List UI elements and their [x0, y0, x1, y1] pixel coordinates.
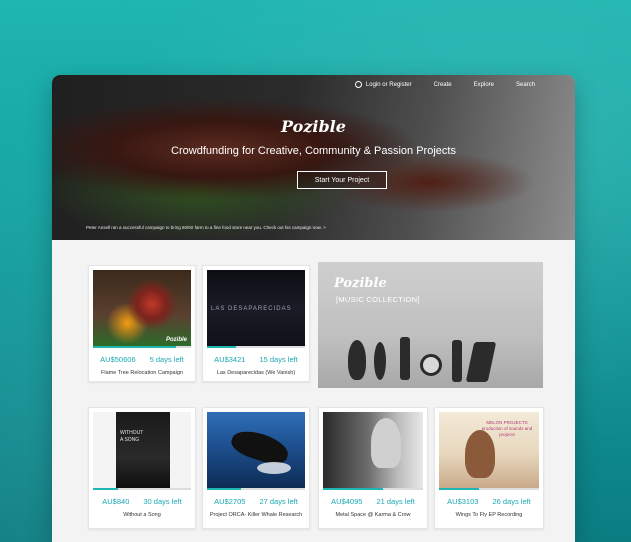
- progress-fill: [439, 488, 479, 490]
- hero-banner: Login or Register Create Explore Search …: [52, 75, 575, 240]
- nav-explore[interactable]: Explore: [474, 82, 494, 88]
- hero-tagline: Crowdfunding for Creative, Community & P…: [171, 145, 456, 157]
- project-thumbnail: [323, 412, 423, 488]
- progress-fill: [323, 488, 383, 490]
- project-thumbnail: LAS DESAPARECIDAS: [207, 270, 305, 346]
- user-icon: [354, 81, 362, 88]
- project-thumbnail: [207, 412, 305, 488]
- guitar-player-figure: [465, 430, 495, 478]
- project-card[interactable]: AU$4095 21 days left Metal Space @ Karma…: [318, 407, 428, 529]
- project-grid: Pozible AU$50606 5 days left Flame Tree …: [52, 240, 575, 542]
- days-left: 30 days left: [143, 497, 182, 506]
- card-stats: AU$3103 26 days left: [435, 497, 543, 506]
- funding-progress-bar: [207, 488, 305, 490]
- pozible-badge: Pozible: [165, 337, 187, 343]
- amount-raised: AU$840: [102, 497, 130, 506]
- funding-progress-bar: [439, 488, 539, 490]
- progress-fill: [207, 488, 242, 490]
- funding-progress-bar: [323, 488, 423, 490]
- card-stats: AU$2705 27 days left: [203, 497, 309, 506]
- violin-icon: [374, 342, 386, 380]
- project-thumbnail: Pozible: [93, 270, 191, 346]
- top-nav: Login or Register Create Explore Search: [354, 81, 535, 88]
- amount-raised: AU$3421: [214, 355, 246, 364]
- nav-login[interactable]: Login or Register: [354, 81, 412, 88]
- progress-fill: [93, 488, 118, 490]
- guitar-icon: [452, 340, 462, 382]
- amount-raised: AU$2705: [214, 497, 246, 506]
- nav-search[interactable]: Search: [516, 82, 535, 88]
- nav-create[interactable]: Create: [434, 82, 452, 88]
- funding-progress-bar: [93, 346, 191, 348]
- guitar-icon: [348, 340, 366, 380]
- project-card[interactable]: AU$2705 27 days left Project ORCA- Kille…: [202, 407, 310, 529]
- thumbnail-text: LAS DESAPARECIDAS: [211, 306, 292, 312]
- funding-progress-bar: [93, 488, 191, 490]
- site-logo[interactable]: Pozible: [52, 117, 575, 136]
- artist-figure: [371, 418, 401, 468]
- days-left: 26 days left: [492, 497, 531, 506]
- project-thumbnail: MELON PROJECTS production of sounds and …: [439, 412, 539, 488]
- days-left: 27 days left: [259, 497, 298, 506]
- nav-login-label: Login or Register: [365, 81, 412, 88]
- hero-caption-link[interactable]: Peter Ansell ran a successful campaign t…: [86, 225, 326, 230]
- project-card[interactable]: Pozible AU$50606 5 days left Flame Tree …: [88, 265, 196, 382]
- banjo-icon: [420, 354, 442, 376]
- promo-subtitle: [MUSIC COLLECTION]: [336, 295, 420, 304]
- start-project-button[interactable]: Start Your Project: [297, 171, 387, 189]
- project-title[interactable]: Project ORCA- Killer Whale Research: [203, 512, 309, 518]
- thumbnail-text: WITHOUT A SONG: [120, 430, 144, 443]
- project-card[interactable]: LAS DESAPARECIDAS AU$3421 15 days left L…: [202, 265, 310, 382]
- card-stats: AU$840 30 days left: [89, 497, 195, 506]
- album-cover: WITHOUT A SONG: [116, 412, 170, 488]
- amount-raised: AU$50606: [100, 355, 136, 364]
- amount-raised: AU$4095: [331, 497, 363, 506]
- days-left: 15 days left: [259, 355, 298, 364]
- project-title[interactable]: Metal Space @ Karma & Crow: [319, 512, 427, 518]
- project-card[interactable]: MELON PROJECTS production of sounds and …: [434, 407, 544, 529]
- progress-fill: [207, 346, 237, 348]
- days-left: 21 days left: [376, 497, 415, 506]
- funding-progress-bar: [207, 346, 305, 348]
- amount-raised: AU$3103: [447, 497, 479, 506]
- music-collection-banner[interactable]: Pozible [MUSIC COLLECTION]: [318, 262, 543, 388]
- keyboard-icon: [465, 342, 497, 382]
- project-title[interactable]: Wings To Fly EP Recording: [435, 512, 543, 518]
- card-stats: AU$3421 15 days left: [203, 355, 309, 364]
- progress-fill: [93, 346, 177, 348]
- project-thumbnail: WITHOUT A SONG: [93, 412, 191, 488]
- card-stats: AU$50606 5 days left: [89, 355, 195, 364]
- days-left: 5 days left: [149, 355, 184, 364]
- hero-overlay: [52, 75, 575, 240]
- project-title[interactable]: Without a Song: [89, 512, 195, 518]
- guitar-icon: [400, 337, 410, 380]
- project-title[interactable]: Las Desaparecidas (We Vanish): [203, 370, 309, 376]
- browser-window: Login or Register Create Explore Search …: [52, 75, 575, 542]
- promo-logo: Pozible: [334, 276, 387, 291]
- splash-shape: [257, 462, 291, 474]
- project-title[interactable]: Flame Tree Relocation Campaign: [89, 370, 195, 376]
- project-card[interactable]: WITHOUT A SONG AU$840 30 days left Witho…: [88, 407, 196, 529]
- card-stats: AU$4095 21 days left: [319, 497, 427, 506]
